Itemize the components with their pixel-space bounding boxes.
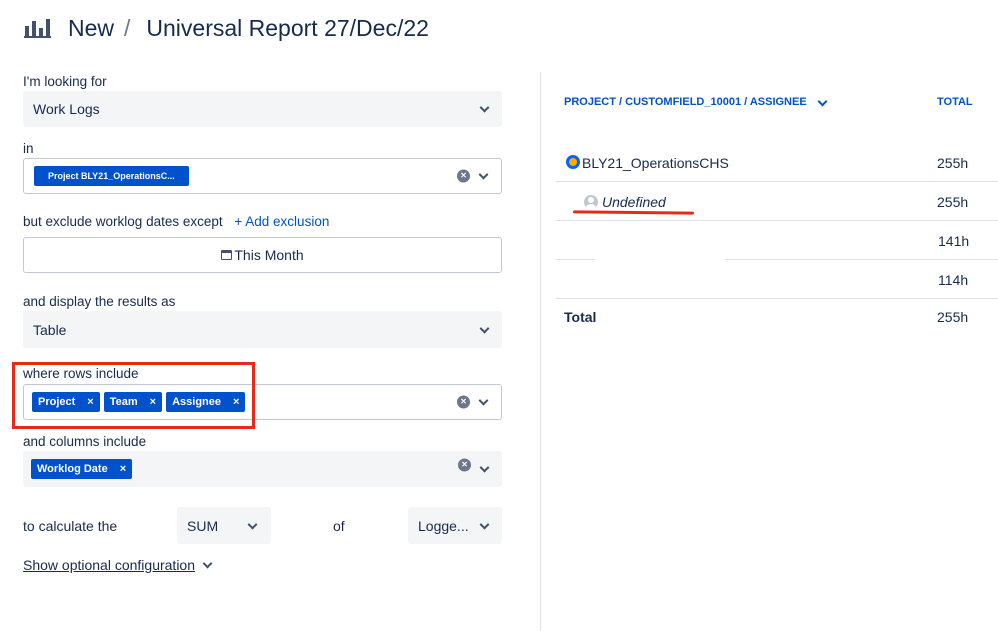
display-select[interactable]: Table xyxy=(23,311,502,348)
footer-total-label: Total xyxy=(564,309,597,325)
looking-for-value: Work Logs xyxy=(33,101,100,117)
clear-icon[interactable]: × xyxy=(457,169,470,183)
row-total-hidden-1: 141h xyxy=(938,233,970,249)
chevron-down-icon xyxy=(247,519,258,530)
of-label: of xyxy=(333,518,345,534)
row-divider xyxy=(556,298,998,299)
this-month-label: This Month xyxy=(234,247,304,263)
chevron-down-icon xyxy=(202,558,213,568)
add-exclusion-link[interactable]: + Add exclusion xyxy=(234,214,329,229)
show-optional-configuration-link[interactable]: Show optional configuration xyxy=(23,557,213,573)
row-divider xyxy=(556,220,998,221)
chevron-down-icon[interactable] xyxy=(478,395,489,406)
row-divider xyxy=(725,259,998,260)
row-total-hidden-2: 114h xyxy=(938,272,969,288)
calculate-label: to calculate the xyxy=(23,518,118,534)
project-chip-label: Project BLY21_OperationsC... xyxy=(48,171,175,181)
row-label-assignee[interactable]: Undefined xyxy=(602,194,666,210)
chevron-down-icon xyxy=(479,519,490,530)
looking-for-select[interactable]: Work Logs xyxy=(23,91,502,127)
chevron-down-icon xyxy=(479,323,490,334)
breadcrumb-new[interactable]: New xyxy=(68,15,114,42)
panel-divider xyxy=(540,72,541,631)
clear-icon[interactable]: × xyxy=(457,395,470,409)
display-label: and display the results as xyxy=(23,294,176,309)
project-select[interactable]: Project BLY21_OperationsC... × xyxy=(23,158,502,194)
row-total-assignee: 255h xyxy=(937,194,969,210)
chip-worklog-date[interactable]: Worklog Date × xyxy=(31,459,133,479)
row-label-project[interactable]: BLY21_OperationsCHS xyxy=(582,155,729,171)
annotation-underline xyxy=(572,210,695,215)
column-header-group[interactable]: PROJECT / CUSTOMFIELD_10001 / ASSIGNEE xyxy=(564,96,807,108)
show-optional-configuration-label: Show optional configuration xyxy=(23,557,196,573)
columns-select[interactable]: Worklog Date × × xyxy=(23,451,502,487)
calendar-icon xyxy=(221,250,233,260)
exclude-label: but exclude worklog dates except + Add e… xyxy=(23,214,329,229)
page-title[interactable]: Universal Report 27/Dec/22 xyxy=(146,15,429,42)
in-label: in xyxy=(23,141,34,156)
annotation-highlight-box xyxy=(12,362,255,429)
project-icon xyxy=(566,155,580,169)
report-header: New / Universal Report 27/Dec/22 xyxy=(24,12,429,44)
looking-for-label: I'm looking for xyxy=(23,74,107,89)
clear-icon[interactable]: × xyxy=(458,458,471,472)
bar-chart-icon xyxy=(24,19,51,38)
chip-worklog-date-label: Worklog Date xyxy=(37,463,108,475)
remove-chip-icon[interactable]: × xyxy=(120,463,126,475)
columns-label: and columns include xyxy=(23,434,147,449)
project-chip[interactable]: Project BLY21_OperationsC... xyxy=(34,166,189,186)
field-value: Logge... xyxy=(418,517,469,534)
user-avatar-icon xyxy=(584,195,598,209)
chevron-down-icon[interactable] xyxy=(479,462,490,473)
row-divider xyxy=(556,259,595,260)
footer-total-value: 255h xyxy=(937,309,969,325)
exclude-label-text: but exclude worklog dates except xyxy=(23,214,223,229)
breadcrumb-separator: / xyxy=(124,14,131,41)
chevron-down-icon[interactable] xyxy=(817,96,828,107)
field-select[interactable]: Logge... xyxy=(408,507,502,544)
aggregation-select[interactable]: SUM xyxy=(177,507,271,544)
chevron-down-icon xyxy=(479,102,490,113)
aggregation-value: SUM xyxy=(187,517,219,534)
display-value: Table xyxy=(33,321,67,338)
this-month-button[interactable]: This Month xyxy=(23,237,502,273)
chevron-down-icon[interactable] xyxy=(478,169,489,180)
row-total-project: 255h xyxy=(937,155,969,171)
column-header-total[interactable]: TOTAL xyxy=(937,96,973,108)
row-divider xyxy=(556,181,998,182)
